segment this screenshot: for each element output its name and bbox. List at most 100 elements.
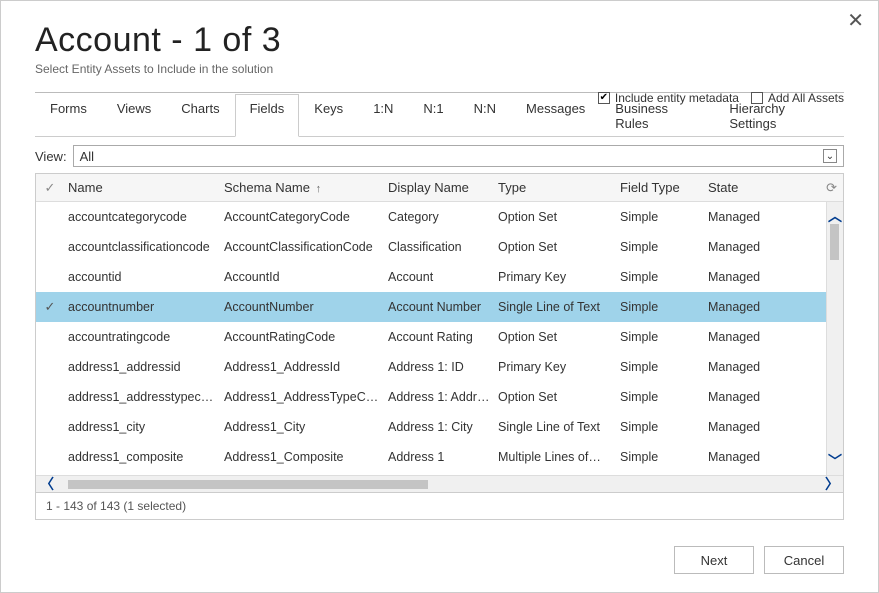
column-header-state[interactable]: State <box>708 180 793 195</box>
tab-fields[interactable]: Fields <box>235 94 300 137</box>
table-row[interactable]: address1_addresstypecodeAddress1_Address… <box>36 382 843 412</box>
cell-fieldtype: Simple <box>620 450 708 464</box>
cell-state: Managed <box>708 420 793 434</box>
cell-schema: AccountRatingCode <box>224 330 388 344</box>
close-icon[interactable]: ✕ <box>847 11 864 31</box>
table-row[interactable]: accountcategorycodeAccountCategoryCodeCa… <box>36 202 843 232</box>
cell-display: Account Number <box>388 300 498 314</box>
column-header-schema[interactable]: Schema Name ↑ <box>224 180 388 195</box>
table-row[interactable]: address1_addressidAddress1_AddressIdAddr… <box>36 352 843 382</box>
cell-fieldtype: Simple <box>620 360 708 374</box>
tab-forms[interactable]: Forms <box>35 94 102 137</box>
scroll-up-icon[interactable]: ︿ <box>828 206 842 226</box>
cell-state: Managed <box>708 360 793 374</box>
column-header-display[interactable]: Display Name <box>388 180 498 195</box>
scroll-left-icon[interactable]: 〈 <box>40 474 54 494</box>
cell-name: address1_composite <box>64 450 224 464</box>
cell-schema: AccountCategoryCode <box>224 210 388 224</box>
cell-type: Option Set <box>498 240 620 254</box>
table-row[interactable]: accountclassificationcodeAccountClassifi… <box>36 232 843 262</box>
tab-views[interactable]: Views <box>102 94 166 137</box>
table-row[interactable]: accountidAccountIdAccountPrimary KeySimp… <box>36 262 843 292</box>
table-row[interactable]: address1_cityAddress1_CityAddress 1: Cit… <box>36 412 843 442</box>
refresh-icon[interactable]: ⟳ <box>793 180 843 196</box>
cell-schema: Address1_City <box>224 420 388 434</box>
cell-state: Managed <box>708 270 793 284</box>
cell-state: Managed <box>708 210 793 224</box>
row-checkbox[interactable]: ✓ <box>36 299 64 315</box>
cancel-button[interactable]: Cancel <box>764 546 844 574</box>
table-row[interactable]: address1_compositeAddress1_CompositeAddr… <box>36 442 843 472</box>
scroll-down-icon[interactable]: ﹀ <box>828 451 842 471</box>
cell-name: accountclassificationcode <box>64 240 224 254</box>
fields-grid: ✓ Name Schema Name ↑ Display Name Type F… <box>35 173 844 493</box>
chevron-down-icon[interactable]: ⌄ <box>823 149 837 163</box>
view-label: View: <box>35 149 67 164</box>
cell-name: accountid <box>64 270 224 284</box>
cell-name: address1_addresstypecode <box>64 390 224 404</box>
cell-display: Classification <box>388 240 498 254</box>
cell-fieldtype: Simple <box>620 390 708 404</box>
cell-type: Primary Key <box>498 270 620 284</box>
horizontal-scrollbar[interactable]: 〈 〉 <box>36 475 843 492</box>
cell-type: Multiple Lines of… <box>498 450 620 464</box>
tab-1-n[interactable]: 1:N <box>358 94 408 137</box>
tab-charts[interactable]: Charts <box>166 94 234 137</box>
cell-type: Single Line of Text <box>498 300 620 314</box>
tab-n-n[interactable]: N:N <box>459 94 511 137</box>
tab-business-rules[interactable]: Business Rules <box>600 94 714 137</box>
table-row[interactable]: ✓accountnumberAccountNumberAccount Numbe… <box>36 292 843 322</box>
cell-state: Managed <box>708 450 793 464</box>
cell-fieldtype: Simple <box>620 240 708 254</box>
grid-header: ✓ Name Schema Name ↑ Display Name Type F… <box>36 174 843 202</box>
cell-type: Single Line of Text <box>498 420 620 434</box>
cell-type: Primary Key <box>498 360 620 374</box>
scroll-thumb-horizontal[interactable] <box>68 480 428 489</box>
tab-n-1[interactable]: N:1 <box>408 94 458 137</box>
cell-type: Option Set <box>498 210 620 224</box>
cell-display: Address 1: ID <box>388 360 498 374</box>
status-bar: 1 - 143 of 143 (1 selected) <box>35 493 844 520</box>
page-subtitle: Select Entity Assets to Include in the s… <box>35 62 844 76</box>
cell-schema: AccountId <box>224 270 388 284</box>
select-all-checkbox[interactable]: ✓ <box>36 180 64 196</box>
cell-type: Option Set <box>498 390 620 404</box>
tab-keys[interactable]: Keys <box>299 94 358 137</box>
tab-bar: FormsViewsChartsFieldsKeys1:NN:1N:NMessa… <box>35 93 844 137</box>
table-row[interactable]: accountratingcodeAccountRatingCodeAccoun… <box>36 322 843 352</box>
cell-display: Category <box>388 210 498 224</box>
cell-name: accountratingcode <box>64 330 224 344</box>
cell-state: Managed <box>708 240 793 254</box>
tab-hierarchy-settings[interactable]: Hierarchy Settings <box>714 94 844 137</box>
view-selected-value: All <box>80 149 94 164</box>
cell-fieldtype: Simple <box>620 420 708 434</box>
cell-state: Managed <box>708 330 793 344</box>
cell-name: accountnumber <box>64 300 224 314</box>
scroll-thumb[interactable] <box>830 224 839 260</box>
view-select[interactable]: All ⌄ <box>73 145 844 167</box>
cell-display: Address 1: Addr… <box>388 390 498 404</box>
next-button[interactable]: Next <box>674 546 754 574</box>
cell-name: accountcategorycode <box>64 210 224 224</box>
column-header-type[interactable]: Type <box>498 180 620 195</box>
cell-fieldtype: Simple <box>620 210 708 224</box>
column-header-name[interactable]: Name <box>64 180 224 195</box>
cell-schema: Address1_AddressId <box>224 360 388 374</box>
cell-schema: AccountClassificationCode <box>224 240 388 254</box>
cell-state: Managed <box>708 300 793 314</box>
vertical-scrollbar[interactable]: ︿ ﹀ <box>826 202 843 475</box>
cell-schema: AccountNumber <box>224 300 388 314</box>
cell-display: Account <box>388 270 498 284</box>
scroll-right-icon[interactable]: 〉 <box>825 474 839 494</box>
cell-name: address1_addressid <box>64 360 224 374</box>
sort-asc-icon: ↑ <box>316 183 322 195</box>
column-header-fieldtype[interactable]: Field Type <box>620 180 708 195</box>
cell-display: Account Rating <box>388 330 498 344</box>
tab-messages[interactable]: Messages <box>511 94 600 137</box>
cell-schema: Address1_AddressTypeCode <box>224 390 388 404</box>
cell-schema: Address1_Composite <box>224 450 388 464</box>
cell-fieldtype: Simple <box>620 270 708 284</box>
page-title: Account - 1 of 3 <box>35 21 844 60</box>
cell-state: Managed <box>708 390 793 404</box>
cell-display: Address 1: City <box>388 420 498 434</box>
